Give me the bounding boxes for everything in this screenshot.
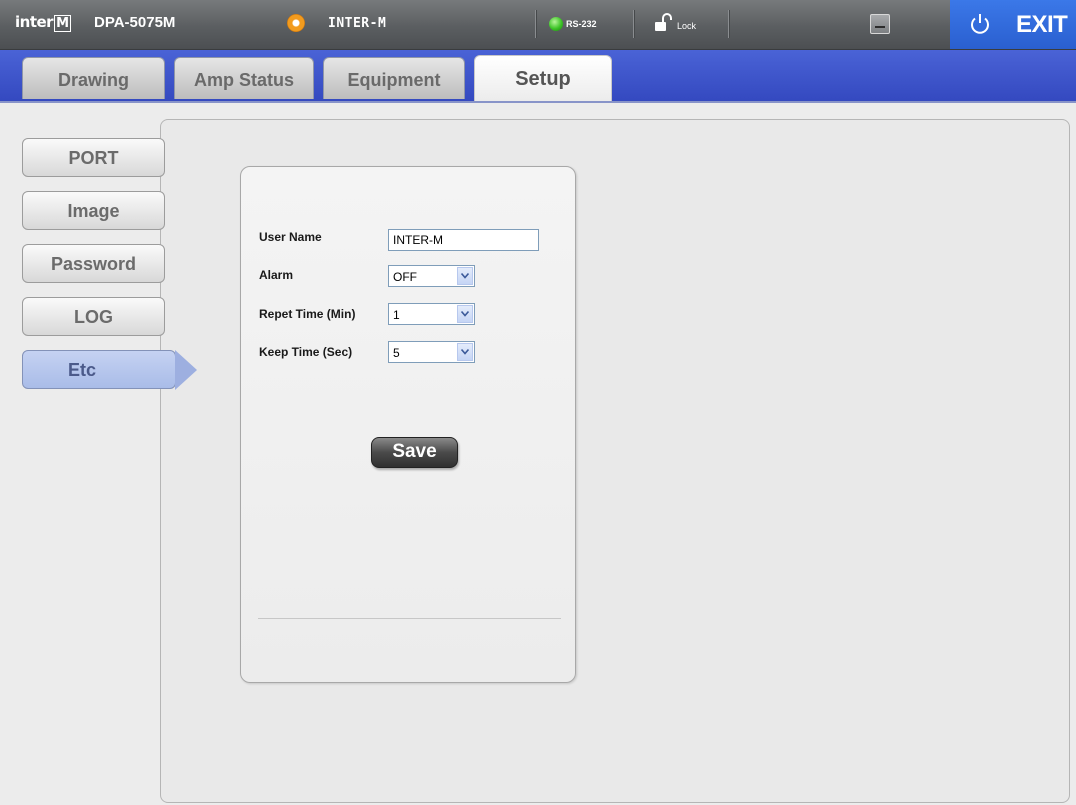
tab-drawing[interactable]: Drawing: [22, 57, 165, 99]
user-name-label: User Name: [259, 230, 322, 244]
chevron-down-icon[interactable]: [457, 267, 473, 285]
minimize-icon[interactable]: [870, 14, 890, 34]
port-status-label: RS-232: [566, 19, 597, 29]
tab-setup[interactable]: Setup: [474, 55, 612, 101]
alarm-select[interactable]: OFF: [388, 265, 475, 287]
unlock-icon[interactable]: [654, 13, 672, 33]
device-model: DPA-5075M: [94, 14, 176, 31]
user-status-icon: [287, 14, 305, 32]
keep-time-label: Keep Time (Sec): [259, 345, 353, 359]
brand-mark: M: [54, 15, 71, 32]
current-user: INTER-M: [328, 16, 387, 31]
tab-amp-status[interactable]: Amp Status: [174, 57, 314, 99]
separator: [728, 10, 730, 38]
brand-logo: inter M: [15, 13, 71, 32]
alarm-label: Alarm: [259, 268, 294, 282]
separator: [535, 10, 537, 38]
repeat-time-select[interactable]: 1: [388, 303, 475, 325]
keep-time-value: 5: [393, 346, 400, 360]
sidebar-item-password[interactable]: Password: [22, 244, 165, 283]
panel-divider: [258, 618, 561, 619]
chevron-down-icon[interactable]: [457, 343, 473, 361]
chevron-down-icon[interactable]: [457, 305, 473, 323]
sidebar-item-etc[interactable]: Etc: [22, 350, 197, 390]
alarm-value: OFF: [393, 270, 417, 284]
repeat-time-value: 1: [393, 308, 400, 322]
brand-text: inter: [15, 13, 54, 31]
repeat-time-label: Repet Time (Min): [259, 307, 356, 321]
lock-label[interactable]: Lock: [677, 21, 696, 31]
save-button[interactable]: Save: [371, 437, 458, 468]
sidebar-item-log[interactable]: LOG: [22, 297, 165, 336]
exit-label[interactable]: EXIT: [1016, 11, 1068, 39]
sidebar-item-port[interactable]: PORT: [22, 138, 165, 177]
sidebar-item-image[interactable]: Image: [22, 191, 165, 230]
power-icon[interactable]: [968, 12, 992, 36]
connection-led-icon: [549, 17, 563, 31]
tab-equipment[interactable]: Equipment: [323, 57, 465, 99]
separator: [633, 10, 635, 38]
keep-time-select[interactable]: 5: [388, 341, 475, 363]
user-name-input[interactable]: [388, 229, 539, 251]
